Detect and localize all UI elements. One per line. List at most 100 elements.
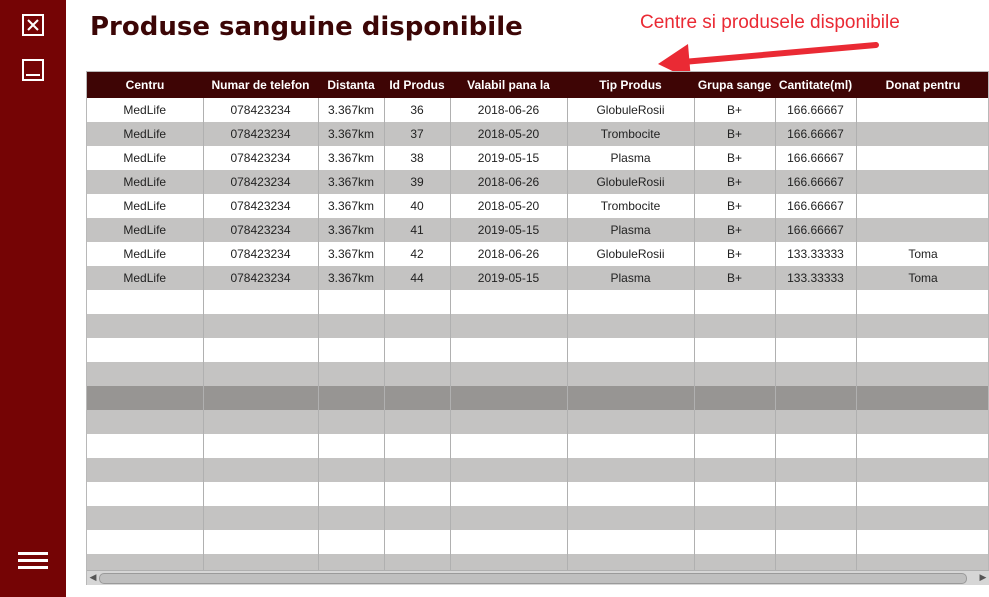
table-cell xyxy=(203,362,319,386)
table-row[interactable]: MedLife 078423234 3.367km 40 2018-05-20 Tromb… xyxy=(87,194,988,218)
table-cell xyxy=(694,362,776,386)
table-cell xyxy=(203,482,319,506)
table-row[interactable]: MedLife 078423234 3.367km 39 2018-06-26 Globu… xyxy=(87,170,988,194)
column-header[interactable]: Donat pentru xyxy=(856,72,988,98)
column-header[interactable]: Cantitate(ml) xyxy=(775,72,856,98)
empty-row[interactable] xyxy=(87,362,988,386)
column-header[interactable]: Grupa sange xyxy=(694,72,775,98)
empty-row[interactable] xyxy=(87,458,988,482)
table-cell xyxy=(856,290,988,314)
table-cell xyxy=(203,386,319,410)
sidebar xyxy=(0,0,66,597)
empty-row[interactable] xyxy=(87,314,988,338)
table-cell xyxy=(856,362,988,386)
scroll-left-icon[interactable]: ◀ xyxy=(87,571,99,585)
table-cell: 2019-05-15 xyxy=(450,266,568,290)
table-cell xyxy=(384,362,451,386)
table-cell xyxy=(384,506,451,530)
products-grid[interactable]: Centru Numar de telefon Distanta Id Prod… xyxy=(86,71,989,585)
table-cell: Plasma xyxy=(567,146,695,170)
table-cell xyxy=(567,338,695,362)
table-cell: MedLife xyxy=(87,218,204,242)
table-cell xyxy=(775,290,857,314)
table-cell: 166.66667 xyxy=(775,122,857,146)
table-cell xyxy=(87,530,204,554)
table-cell xyxy=(856,314,988,338)
table-cell: 133.33333 xyxy=(775,242,857,266)
column-header[interactable]: Valabil pana la xyxy=(450,72,567,98)
table-cell xyxy=(384,386,451,410)
table-row[interactable]: MedLife 078423234 3.367km 38 2019-05-15 Plasm… xyxy=(87,146,988,170)
empty-row[interactable] xyxy=(87,386,988,410)
column-header[interactable]: Distanta xyxy=(318,72,384,98)
empty-row[interactable] xyxy=(87,290,988,314)
table-cell: MedLife xyxy=(87,122,204,146)
empty-row[interactable] xyxy=(87,506,988,530)
table-row[interactable]: MedLife 078423234 3.367km 44 2019-05-15 Plasm… xyxy=(87,266,988,290)
table-cell: 078423234 xyxy=(203,170,319,194)
table-cell xyxy=(567,386,695,410)
table-cell: 166.66667 xyxy=(775,146,857,170)
table-cell: 3.367km xyxy=(318,98,385,122)
column-header[interactable]: Centru xyxy=(87,72,203,98)
table-cell: 166.66667 xyxy=(775,170,857,194)
empty-row[interactable] xyxy=(87,530,988,554)
table-cell: 078423234 xyxy=(203,98,319,122)
table-cell: 37 xyxy=(384,122,451,146)
table-cell: 3.367km xyxy=(318,194,385,218)
table-cell: MedLife xyxy=(87,266,204,290)
table-cell xyxy=(567,506,695,530)
table-cell: 2019-05-15 xyxy=(450,146,568,170)
table-cell xyxy=(203,410,319,434)
table-cell xyxy=(203,506,319,530)
table-row[interactable]: MedLife 078423234 3.367km 36 2018-06-26 Globu… xyxy=(87,98,988,122)
table-cell: MedLife xyxy=(87,170,204,194)
table-cell: 166.66667 xyxy=(775,98,857,122)
table-row[interactable]: MedLife 078423234 3.367km 42 2018-06-26 Globu… xyxy=(87,242,988,266)
table-row[interactable]: MedLife 078423234 3.367km 41 2019-05-15 Plasm… xyxy=(87,218,988,242)
table-cell: B+ xyxy=(694,218,776,242)
table-cell xyxy=(567,530,695,554)
column-header[interactable]: Id Produs xyxy=(384,72,450,98)
empty-row[interactable] xyxy=(87,410,988,434)
table-cell xyxy=(384,410,451,434)
table-cell xyxy=(450,410,568,434)
table-cell: Trombocite xyxy=(567,194,695,218)
table-cell xyxy=(567,362,695,386)
minimize-button[interactable] xyxy=(22,59,44,81)
table-cell xyxy=(384,290,451,314)
table-cell xyxy=(318,290,385,314)
menu-icon xyxy=(18,552,48,569)
table-cell: 41 xyxy=(384,218,451,242)
column-header[interactable]: Numar de telefon xyxy=(203,72,318,98)
close-button[interactable] xyxy=(22,14,44,36)
scroll-right-icon[interactable]: ▶ xyxy=(977,571,989,585)
table-cell xyxy=(87,434,204,458)
menu-button[interactable] xyxy=(18,550,48,572)
table-cell xyxy=(87,290,204,314)
table-cell xyxy=(856,386,988,410)
table-cell: 2018-05-20 xyxy=(450,194,568,218)
table-cell xyxy=(87,314,204,338)
table-cell xyxy=(318,506,385,530)
table-cell: 3.367km xyxy=(318,218,385,242)
table-cell: 078423234 xyxy=(203,122,319,146)
empty-row[interactable] xyxy=(87,338,988,362)
scrollbar-thumb[interactable] xyxy=(99,573,967,584)
table-cell: MedLife xyxy=(87,98,204,122)
table-cell: 078423234 xyxy=(203,266,319,290)
table-cell: 3.367km xyxy=(318,170,385,194)
empty-row[interactable] xyxy=(87,434,988,458)
table-cell: 36 xyxy=(384,98,451,122)
table-cell: 39 xyxy=(384,170,451,194)
table-cell xyxy=(384,314,451,338)
table-cell xyxy=(87,386,204,410)
table-cell xyxy=(450,290,568,314)
horizontal-scrollbar[interactable]: ◀ ▶ xyxy=(87,570,989,585)
table-cell xyxy=(775,362,857,386)
column-header[interactable]: Tip Produs xyxy=(567,72,694,98)
table-cell xyxy=(318,338,385,362)
table-cell xyxy=(450,458,568,482)
table-row[interactable]: MedLife 078423234 3.367km 37 2018-05-20 Tromb… xyxy=(87,122,988,146)
empty-row[interactable] xyxy=(87,482,988,506)
